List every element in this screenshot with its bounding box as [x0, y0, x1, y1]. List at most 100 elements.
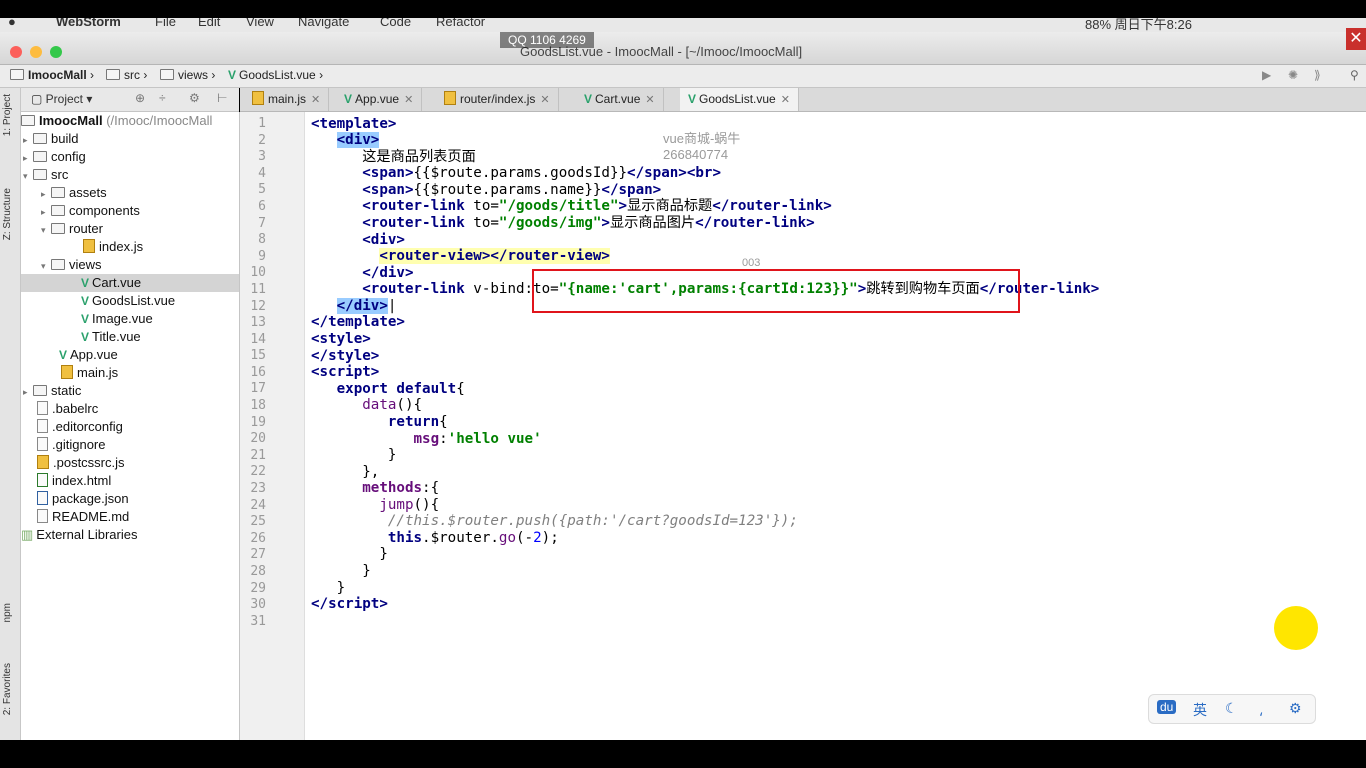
tree-root[interactable]: ImoocMall (/Imooc/ImoocMall [21, 112, 212, 130]
close-window-icon[interactable] [10, 46, 22, 58]
menu-app-name[interactable]: WebStorm [56, 18, 121, 29]
code-line: msg:'hello vue' [413, 431, 542, 447]
line-number: 3 [258, 149, 266, 164]
tab-router-index[interactable]: router/index.js ✕ [436, 88, 559, 111]
collapse-icon[interactable]: ÷ [159, 91, 166, 105]
tree-file-readme[interactable]: README.md [37, 508, 129, 526]
punctuation-icon[interactable]: ⸲ [1259, 700, 1263, 719]
vue-icon: V [344, 92, 353, 106]
breadcrumb-file[interactable]: V GoodsList.vue › [228, 68, 323, 82]
line-number: 22 [250, 464, 266, 479]
tab-main-js[interactable]: main.js ✕ [244, 88, 330, 111]
tool-tab-favorites[interactable]: 2: Favorites [2, 663, 13, 715]
code-line: <template> [311, 116, 397, 132]
player-close-icon[interactable]: ✕ [1346, 28, 1366, 50]
folder-icon [160, 69, 174, 80]
code-editor[interactable]: <template> <div> 这是商品列表页面 <span>{{$route… [305, 112, 1366, 740]
ime-language-toggle[interactable]: 英 [1193, 700, 1207, 720]
file-icon [37, 419, 48, 433]
json-file-icon [37, 491, 48, 505]
tree-folder-components[interactable]: ▸ components [41, 202, 140, 220]
hide-panel-icon[interactable]: ⊢ [217, 91, 227, 105]
run-icon[interactable]: ▶ [1262, 68, 1271, 82]
tree-file-image-vue[interactable]: V Image.vue [81, 310, 153, 328]
tree-folder-static[interactable]: ▸ static [23, 382, 81, 400]
tree-file-postcssrc[interactable]: .postcssrc.js [37, 454, 125, 472]
folder-icon [51, 259, 65, 270]
chevron-right-icon: ▸ [41, 189, 46, 199]
settings-gear-icon[interactable]: ⚙ [189, 91, 200, 105]
settings-gear-icon[interactable]: ⚙ [1289, 700, 1302, 717]
code-line: } [311, 580, 346, 596]
tree-folder-assets[interactable]: ▸ assets [41, 184, 107, 202]
code-line: </style> [311, 348, 380, 364]
code-line: jump(){ [379, 497, 440, 513]
tool-tab-structure[interactable]: Z: Structure [2, 188, 13, 240]
tree-file-gitignore[interactable]: .gitignore [37, 436, 105, 454]
tree-file-index-html[interactable]: index.html [37, 472, 111, 490]
tree-folder-views[interactable]: ▾ views [41, 256, 102, 274]
tree-file-title-vue[interactable]: V Title.vue [81, 328, 141, 346]
tab-app-vue[interactable]: V App.vue ✕ [336, 88, 423, 111]
tool-tab-project[interactable]: 1: Project [2, 94, 13, 136]
menu-code[interactable]: Code [380, 18, 411, 29]
code-line: </script> [311, 596, 388, 612]
file-icon [37, 437, 48, 451]
close-tab-icon[interactable]: ✕ [540, 94, 549, 106]
tree-folder-src[interactable]: ▾ src [23, 166, 68, 184]
sync-icon[interactable]: ⊕ [135, 91, 145, 105]
tree-file-package-json[interactable]: package.json [37, 490, 129, 508]
tree-file-babelrc[interactable]: .babelrc [37, 400, 98, 418]
tab-cart-vue[interactable]: V Cart.vue ✕ [576, 88, 664, 111]
file-icon [37, 401, 48, 415]
tree-file-app-vue[interactable]: V App.vue [59, 346, 118, 364]
close-tab-icon[interactable]: ✕ [645, 94, 654, 106]
project-view-selector[interactable]: ▢ Project ▾ [31, 92, 92, 106]
zoom-window-icon[interactable] [50, 46, 62, 58]
line-number: 24 [250, 498, 266, 513]
search-everywhere-icon[interactable]: ⚲ [1350, 68, 1359, 82]
debug-icon[interactable]: ✺ [1288, 68, 1298, 82]
close-tab-icon[interactable]: ✕ [404, 94, 413, 106]
breadcrumb-project[interactable]: ImoocMall › [10, 68, 94, 82]
chevron-down-icon: ▾ [23, 171, 28, 181]
tab-goodslist-vue[interactable]: V GoodsList.vue ✕ [680, 88, 799, 111]
breadcrumb-src[interactable]: src › [106, 68, 147, 82]
editor-gutter: 1 2 3 4 5 6 7 8 9 10 11 12 13 14 15 16 1… [240, 112, 305, 740]
menu-refactor[interactable]: Refactor [436, 18, 485, 29]
tree-file-main-js[interactable]: main.js [61, 364, 118, 382]
menu-navigate[interactable]: Navigate [298, 18, 349, 29]
tree-file-index-js[interactable]: index.js [83, 238, 143, 256]
close-tab-icon[interactable]: ✕ [311, 94, 320, 106]
tree-file-cart-vue[interactable]: V Cart.vue [21, 274, 239, 292]
editor-tabbar: main.js ✕ V App.vue ✕ router/index.js ✕ V Car… [240, 88, 1366, 112]
moon-icon[interactable]: ☾ [1225, 700, 1238, 717]
vue-icon: V [81, 294, 90, 308]
close-tab-icon[interactable]: ✕ [781, 94, 790, 106]
line-number: 15 [250, 348, 266, 363]
tree-folder-config[interactable]: ▸ config [23, 148, 86, 166]
line-number: 17 [250, 381, 266, 396]
baidu-ime-icon[interactable]: du [1157, 700, 1177, 714]
menu-file[interactable]: File [155, 18, 176, 29]
line-number: 20 [250, 431, 266, 446]
tree-folder-build[interactable]: ▸ build [23, 130, 78, 148]
coverage-icon[interactable]: ⟫ [1314, 68, 1321, 82]
tree-folder-router[interactable]: ▾ router [41, 220, 103, 238]
vue-icon: V [81, 330, 90, 344]
line-number: 28 [250, 564, 266, 579]
apple-icon[interactable]: ● [8, 18, 16, 29]
breadcrumb-views[interactable]: views › [160, 68, 215, 82]
tree-file-goodslist-vue[interactable]: V GoodsList.vue [81, 292, 175, 310]
tree-external-libraries[interactable]: ▥ External Libraries [21, 526, 137, 544]
menu-edit[interactable]: Edit [198, 18, 220, 29]
folder-icon [106, 69, 120, 80]
menu-view[interactable]: View [246, 18, 274, 29]
ime-toolbar: du 英 ☾ ⸲ ⚙ [1148, 694, 1316, 724]
tool-tab-npm[interactable]: npm [2, 603, 13, 622]
tree-file-editorconfig[interactable]: .editorconfig [37, 418, 123, 436]
cursor-highlight [1274, 606, 1318, 650]
code-line: <span>{{$route.params.goodsId}}</span><b… [362, 165, 722, 181]
minimize-window-icon[interactable] [30, 46, 42, 58]
vue-icon: V [59, 348, 68, 362]
